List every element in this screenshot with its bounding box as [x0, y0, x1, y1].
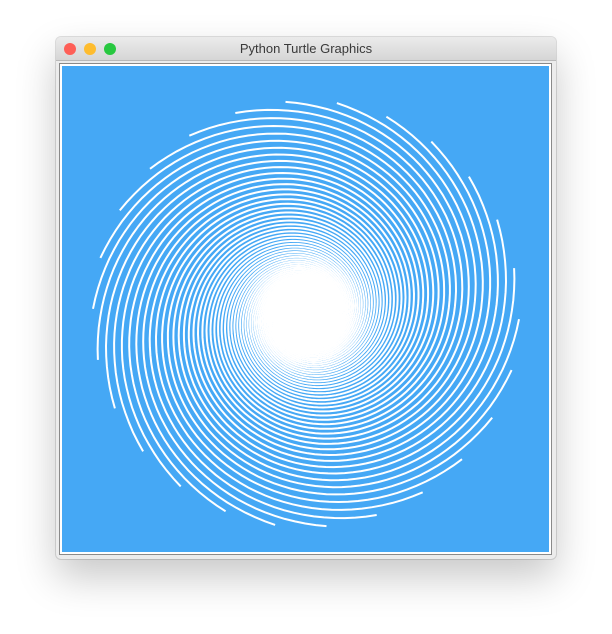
- turtle-canvas[interactable]: [59, 63, 552, 555]
- window-title: Python Turtle Graphics: [239, 41, 373, 56]
- title-bar[interactable]: Python Turtle Graphics: [56, 37, 556, 61]
- spiral-center: [292, 300, 320, 328]
- spiral-drawing: [62, 66, 549, 552]
- turtle-window: Python Turtle Graphics: [56, 37, 556, 559]
